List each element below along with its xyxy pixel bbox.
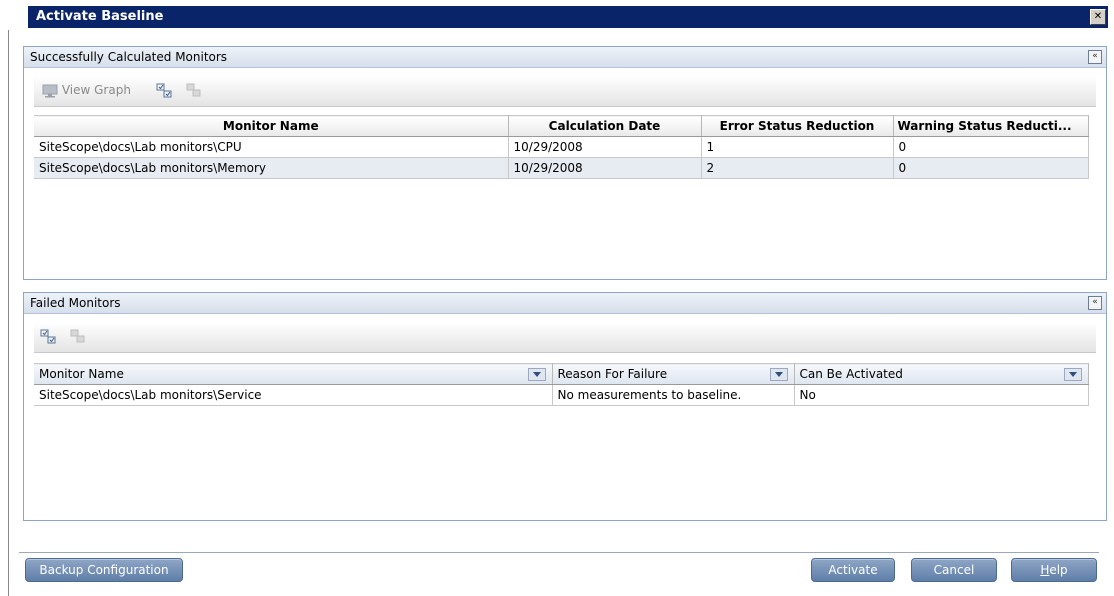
table-row[interactable]: SiteScope\docs\Lab monitors\Memory 10/29… [34,157,1089,179]
cell-error: 2 [701,157,894,179]
failed-toolbar [34,322,1096,353]
success-panel-title: Successfully Calculated Monitors [30,50,228,64]
monitor-icon [42,84,58,98]
table-header-row: Monitor Name Reason For Failure Can Be A… [34,363,1089,385]
cell-activated: No [794,384,1089,406]
cell-monitor: SiteScope\docs\Lab monitors\CPU [34,136,509,158]
column-label: Monitor Name [39,367,124,381]
footer-separator [19,552,1099,553]
table-row[interactable]: SiteScope\docs\Lab monitors\CPU 10/29/20… [34,136,1089,158]
help-mnemonic: H [1040,563,1050,577]
cell-monitor: SiteScope\docs\Lab monitors\Memory [34,157,509,179]
success-panel: Successfully Calculated Monitors « View … [23,46,1107,280]
cell-reason: No measurements to baseline. [552,384,795,406]
column-label: Can Be Activated [799,367,903,381]
help-label: elp [1049,563,1068,577]
cell-warning: 0 [893,157,1089,179]
cell-date: 10/29/2008 [508,136,702,158]
failed-table: Monitor Name Reason For Failure Can Be A… [34,363,1089,406]
column-can-be-activated[interactable]: Can Be Activated [794,363,1089,385]
table-row[interactable]: SiteScope\docs\Lab monitors\Service No m… [34,384,1089,406]
column-calculation-date[interactable]: Calculation Date [508,115,702,137]
column-monitor-name[interactable]: Monitor Name [34,115,509,137]
filter-dropdown-icon[interactable] [769,368,788,381]
select-all-icon[interactable] [40,329,58,348]
column-reason-for-failure[interactable]: Reason For Failure [552,363,795,385]
window-title: Activate Baseline [36,9,164,24]
cancel-button[interactable]: Cancel [911,558,997,582]
column-label: Reason For Failure [557,367,668,381]
collapse-icon[interactable]: « [1088,50,1102,64]
cell-date: 10/29/2008 [508,157,702,179]
failed-panel-header: Failed Monitors « [24,293,1106,314]
success-toolbar: View Graph [34,76,1096,107]
success-panel-header: Successfully Calculated Monitors « [24,47,1106,68]
title-bar-background [28,6,1108,28]
close-icon[interactable]: ✕ [1090,9,1106,25]
dialog-body: Successfully Calculated Monitors « View … [8,30,1107,596]
clear-selection-icon[interactable] [70,329,88,348]
help-button[interactable]: Help [1011,558,1097,582]
column-warning-status-reduction[interactable]: Warning Status Reducti... [893,115,1089,137]
view-graph-button[interactable]: View Graph [42,83,131,98]
failed-panel-title: Failed Monitors [30,296,121,310]
cell-warning: 0 [893,136,1089,158]
table-header-row: Monitor Name Calculation Date Error Stat… [34,115,1089,137]
clear-selection-icon[interactable] [186,83,204,102]
column-error-status-reduction[interactable]: Error Status Reduction [701,115,894,137]
cell-error: 1 [701,136,894,158]
success-table: Monitor Name Calculation Date Error Stat… [34,115,1089,179]
collapse-icon[interactable]: « [1088,296,1102,310]
column-monitor-name[interactable]: Monitor Name [34,363,553,385]
filter-dropdown-icon[interactable] [1063,368,1082,381]
select-all-icon[interactable] [156,83,174,102]
cell-monitor: SiteScope\docs\Lab monitors\Service [34,384,553,406]
filter-dropdown-icon[interactable] [527,368,546,381]
failed-panel: Failed Monitors « Monitor Name Reason Fo… [23,292,1107,521]
activate-button[interactable]: Activate [811,558,895,582]
backup-configuration-button[interactable]: Backup Configuration [25,558,183,582]
view-graph-label: View Graph [61,83,131,97]
